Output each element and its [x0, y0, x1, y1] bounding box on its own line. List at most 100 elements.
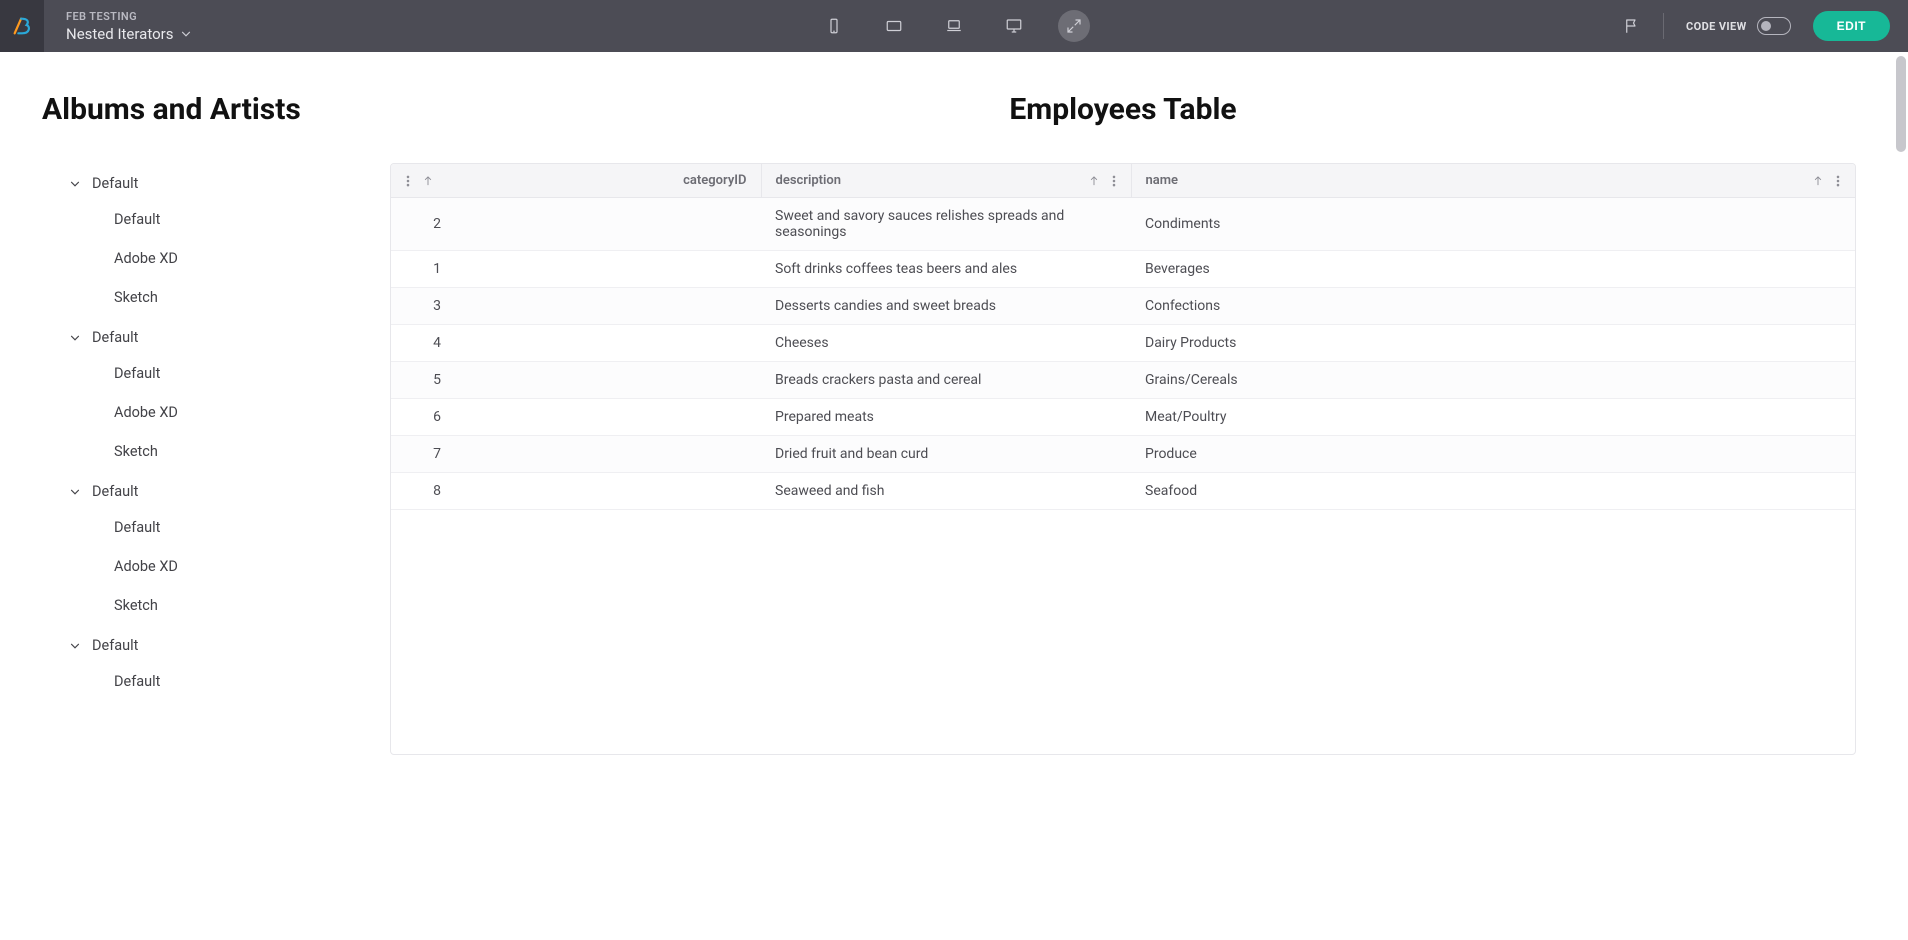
toggle-switch[interactable]	[1757, 17, 1791, 35]
cell-categoryid: 6	[391, 399, 761, 436]
app-topbar: FEB TESTING Nested Iterators CODE VIEW E…	[0, 0, 1908, 52]
tree-leaf[interactable]: Default	[42, 662, 390, 701]
vertical-divider	[1663, 13, 1664, 39]
column-header-description[interactable]: description	[761, 164, 1131, 198]
sort-asc-icon[interactable]	[1811, 174, 1825, 188]
tree-leaf[interactable]: Adobe XD	[42, 547, 390, 586]
tree-group: Default Default	[42, 629, 390, 701]
right-column: Employees Table categoryID	[390, 92, 1896, 755]
chevron-down-icon	[68, 331, 82, 345]
table-row[interactable]: 8Seaweed and fishSeafood	[391, 473, 1855, 510]
cell-description: Breads crackers pasta and cereal	[761, 362, 1131, 399]
device-preview-set	[818, 10, 1090, 42]
desktop-icon	[1005, 17, 1023, 35]
tree-leaf[interactable]: Sketch	[42, 278, 390, 317]
albums-tree: DefaultDefaultAdobe XDSketchDefaultDefau…	[42, 167, 390, 701]
tree-group-toggle[interactable]: Default	[42, 629, 390, 662]
column-label-id: categoryID	[683, 173, 746, 188]
cell-categoryid: 3	[391, 288, 761, 325]
cell-name: Seafood	[1131, 473, 1855, 510]
tree-group-label: Default	[92, 329, 138, 346]
code-view-toggle[interactable]: CODE VIEW	[1686, 17, 1791, 35]
sort-asc-icon[interactable]	[1087, 174, 1101, 188]
cell-description: Sweet and savory sauces relishes spreads…	[761, 198, 1131, 251]
tree-group-toggle[interactable]: Default	[42, 321, 390, 354]
cell-categoryid: 1	[391, 251, 761, 288]
table-row[interactable]: 7Dried fruit and bean curdProduce	[391, 436, 1855, 473]
column-menu-icon[interactable]	[401, 174, 415, 188]
chevron-down-icon	[68, 485, 82, 499]
tree-group-toggle[interactable]: Default	[42, 167, 390, 200]
tree-leaf[interactable]: Default	[42, 354, 390, 393]
cell-description: Desserts candies and sweet breads	[761, 288, 1131, 325]
tree-leaf[interactable]: Adobe XD	[42, 239, 390, 278]
tree-group-label: Default	[92, 175, 138, 192]
table-row[interactable]: 5Breads crackers pasta and cerealGrains/…	[391, 362, 1855, 399]
table-row[interactable]: 1Soft drinks coffees teas beers and ales…	[391, 251, 1855, 288]
column-menu-icon[interactable]	[1107, 174, 1121, 188]
tree-leaf[interactable]: Default	[42, 508, 390, 547]
cell-categoryid: 2	[391, 198, 761, 251]
cell-description: Prepared meats	[761, 399, 1131, 436]
tree-group: DefaultDefaultAdobe XDSketch	[42, 321, 390, 471]
cell-name: Grains/Cereals	[1131, 362, 1855, 399]
cell-categoryid: 8	[391, 473, 761, 510]
expand-icon	[1065, 17, 1083, 35]
column-header-name[interactable]: name	[1131, 164, 1855, 198]
preview-canvas: Albums and Artists DefaultDefaultAdobe X…	[0, 52, 1908, 940]
device-desktop-button[interactable]	[998, 10, 1030, 42]
cell-name: Meat/Poultry	[1131, 399, 1855, 436]
edit-button[interactable]: EDIT	[1813, 11, 1890, 41]
tree-group: DefaultDefaultAdobe XDSketch	[42, 167, 390, 317]
device-tablet-button[interactable]	[878, 10, 910, 42]
left-title: Albums and Artists	[42, 92, 390, 127]
employees-grid: categoryID description	[390, 163, 1856, 755]
right-title: Employees Table	[390, 92, 1856, 127]
cell-description: Seaweed and fish	[761, 473, 1131, 510]
column-label-name: name	[1146, 173, 1179, 188]
scrollbar-thumb[interactable]	[1896, 56, 1906, 152]
cell-description: Dried fruit and bean curd	[761, 436, 1131, 473]
column-menu-icon[interactable]	[1831, 174, 1845, 188]
chevron-down-icon	[68, 639, 82, 653]
page-name: Nested Iterators	[66, 25, 173, 43]
device-fullscreen-button[interactable]	[1058, 10, 1090, 42]
device-phone-button[interactable]	[818, 10, 850, 42]
table-row[interactable]: 6Prepared meatsMeat/Poultry	[391, 399, 1855, 436]
column-header-categoryid[interactable]: categoryID	[391, 164, 761, 198]
cell-description: Cheeses	[761, 325, 1131, 362]
table-row[interactable]: 2Sweet and savory sauces relishes spread…	[391, 198, 1855, 251]
app-logo-icon	[11, 15, 33, 37]
chevron-down-icon	[179, 27, 193, 41]
tree-group-label: Default	[92, 637, 138, 654]
tree-group-toggle[interactable]: Default	[42, 475, 390, 508]
breadcrumb-label: FEB TESTING	[66, 10, 193, 23]
column-label-desc: description	[776, 173, 842, 188]
cell-name: Confections	[1131, 288, 1855, 325]
tree-leaf[interactable]: Sketch	[42, 432, 390, 471]
cell-categoryid: 7	[391, 436, 761, 473]
code-view-label: CODE VIEW	[1686, 20, 1747, 33]
app-logo[interactable]	[0, 0, 44, 52]
cell-name: Beverages	[1131, 251, 1855, 288]
topbar-right: CODE VIEW EDIT	[1623, 0, 1908, 52]
project-breadcrumb[interactable]: FEB TESTING Nested Iterators	[44, 10, 193, 43]
phone-icon	[825, 17, 843, 35]
table-row[interactable]: 3Desserts candies and sweet breadsConfec…	[391, 288, 1855, 325]
tablet-landscape-icon	[885, 17, 903, 35]
tree-leaf[interactable]: Sketch	[42, 586, 390, 625]
cell-description: Soft drinks coffees teas beers and ales	[761, 251, 1131, 288]
chevron-down-icon	[68, 177, 82, 191]
table-row[interactable]: 4CheesesDairy Products	[391, 325, 1855, 362]
cell-name: Produce	[1131, 436, 1855, 473]
cell-name: Condiments	[1131, 198, 1855, 251]
tree-leaf[interactable]: Adobe XD	[42, 393, 390, 432]
cell-categoryid: 5	[391, 362, 761, 399]
sort-asc-icon[interactable]	[421, 174, 435, 188]
cell-categoryid: 4	[391, 325, 761, 362]
flag-icon[interactable]	[1623, 17, 1641, 35]
tree-group-label: Default	[92, 483, 138, 500]
tree-leaf[interactable]: Default	[42, 200, 390, 239]
device-laptop-button[interactable]	[938, 10, 970, 42]
tree-group: DefaultDefaultAdobe XDSketch	[42, 475, 390, 625]
